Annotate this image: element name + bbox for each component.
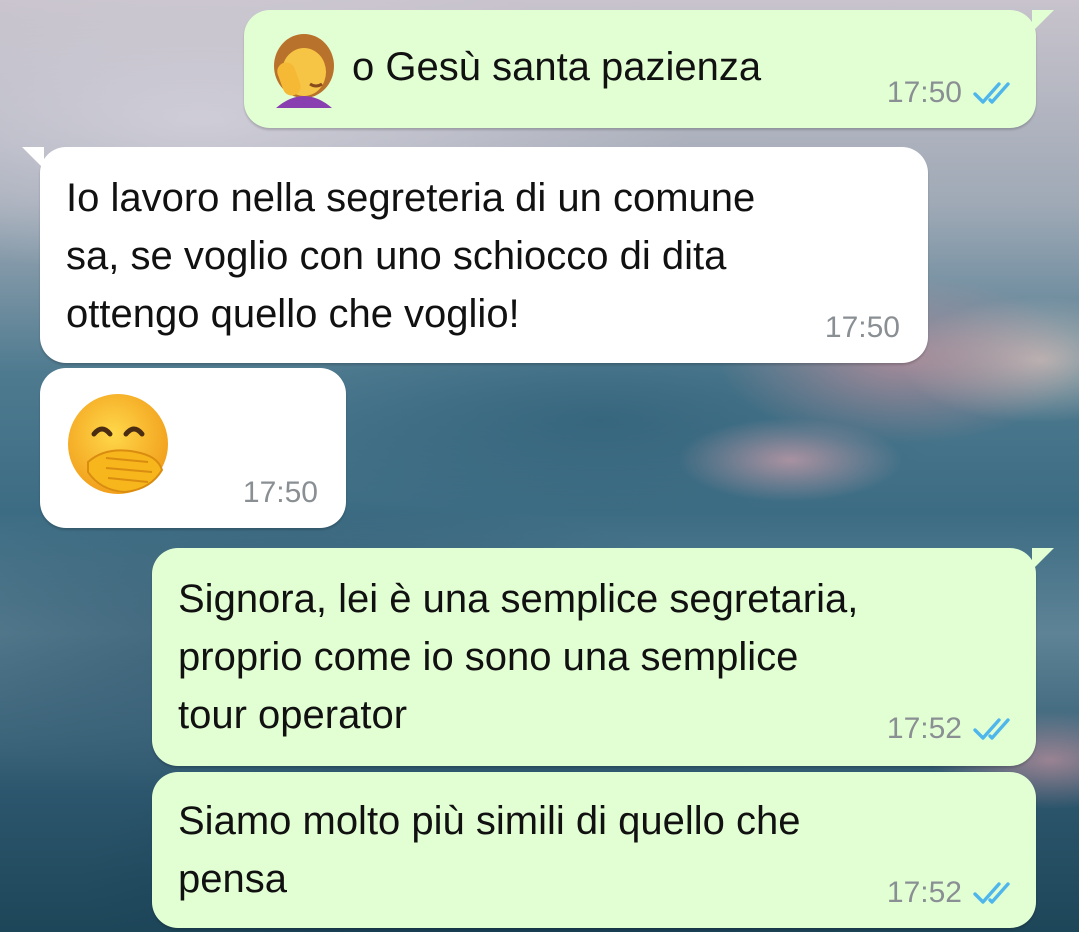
message-meta: 17:52 (887, 876, 1014, 910)
message-time: 17:50 (824, 311, 900, 344)
message-text: Siamo molto più simili di quello che pen… (178, 799, 801, 901)
message-bubble-outgoing[interactable]: Signora, lei è una semplice segretaria, … (152, 548, 1054, 766)
message-time: 17:52 (886, 712, 962, 745)
message-text: Signora, lei è una semplice segretaria, … (178, 577, 859, 737)
woman-facepalming-icon (266, 32, 342, 128)
message-meta: 17:50 (243, 476, 318, 510)
message-meta: 17:50 (887, 76, 1014, 110)
message-time: 17:50 (886, 76, 962, 109)
message-bubble-outgoing[interactable]: o Gesù santa pazienza 17:50 (244, 10, 1054, 128)
message-text: o Gesù santa pazienza (352, 45, 762, 89)
double-check-read-icon (973, 718, 1010, 740)
message-bubble-incoming[interactable]: Io lavoro nella segreteria di un comune … (22, 147, 928, 363)
double-check-read-icon (973, 882, 1010, 904)
message-time: 17:50 (242, 476, 318, 509)
message-meta: 17:52 (887, 712, 1014, 746)
message-meta: 17:50 (825, 311, 900, 345)
message-bubble-incoming[interactable]: 17:50 (40, 368, 346, 528)
face-with-hand-over-mouth-icon (66, 392, 176, 518)
message-text: Io lavoro nella segreteria di un comune … (66, 176, 756, 336)
message-bubble-outgoing[interactable]: Siamo molto più simili di quello che pen… (152, 772, 1036, 928)
message-time: 17:52 (886, 876, 962, 909)
double-check-read-icon (973, 82, 1010, 104)
